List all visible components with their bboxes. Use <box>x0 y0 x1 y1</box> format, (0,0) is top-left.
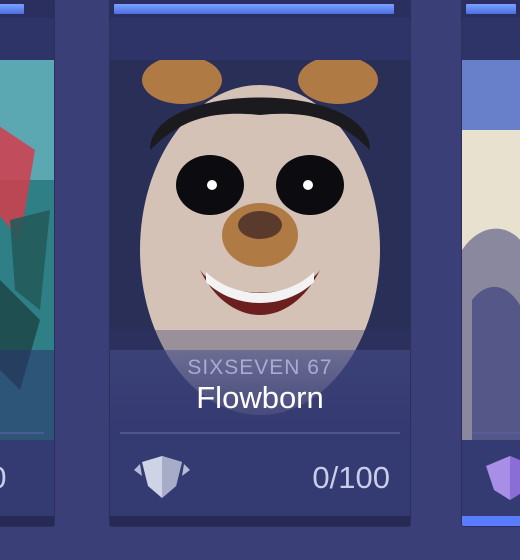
card-title: Flowborn <box>196 380 324 415</box>
card-progress-text: 00 <box>0 460 6 496</box>
card-art-image <box>0 60 54 440</box>
card-art-image <box>462 60 520 440</box>
card-name-plate: SIXSEVEN 67 Flowborn <box>110 350 410 440</box>
card-center[interactable]: SIXSEVEN 67 Flowborn 0/100 <box>110 0 410 526</box>
card-top-bar <box>462 0 520 18</box>
card-bottom-bar <box>462 516 520 526</box>
card-bottom <box>462 440 520 526</box>
card-divider <box>0 432 44 434</box>
card-bottom: 0/100 <box>110 440 410 526</box>
card-left[interactable]: 00 <box>0 0 54 526</box>
silver-rank-icon <box>132 452 192 502</box>
card-right[interactable] <box>462 0 520 526</box>
card-bottom-bar <box>0 516 54 526</box>
card-divider <box>120 432 400 434</box>
card-bottom: 00 <box>0 440 54 526</box>
card-art <box>462 60 520 440</box>
card-bottom-bar <box>110 516 410 526</box>
card-divider <box>472 432 520 434</box>
player-tag: SIXSEVEN 67 <box>187 356 333 379</box>
card-top-bar <box>0 0 54 18</box>
card-art <box>0 60 54 440</box>
purple-rank-icon <box>480 452 520 502</box>
card-top-bar <box>110 0 410 18</box>
card-progress-text: 0/100 <box>312 460 390 495</box>
